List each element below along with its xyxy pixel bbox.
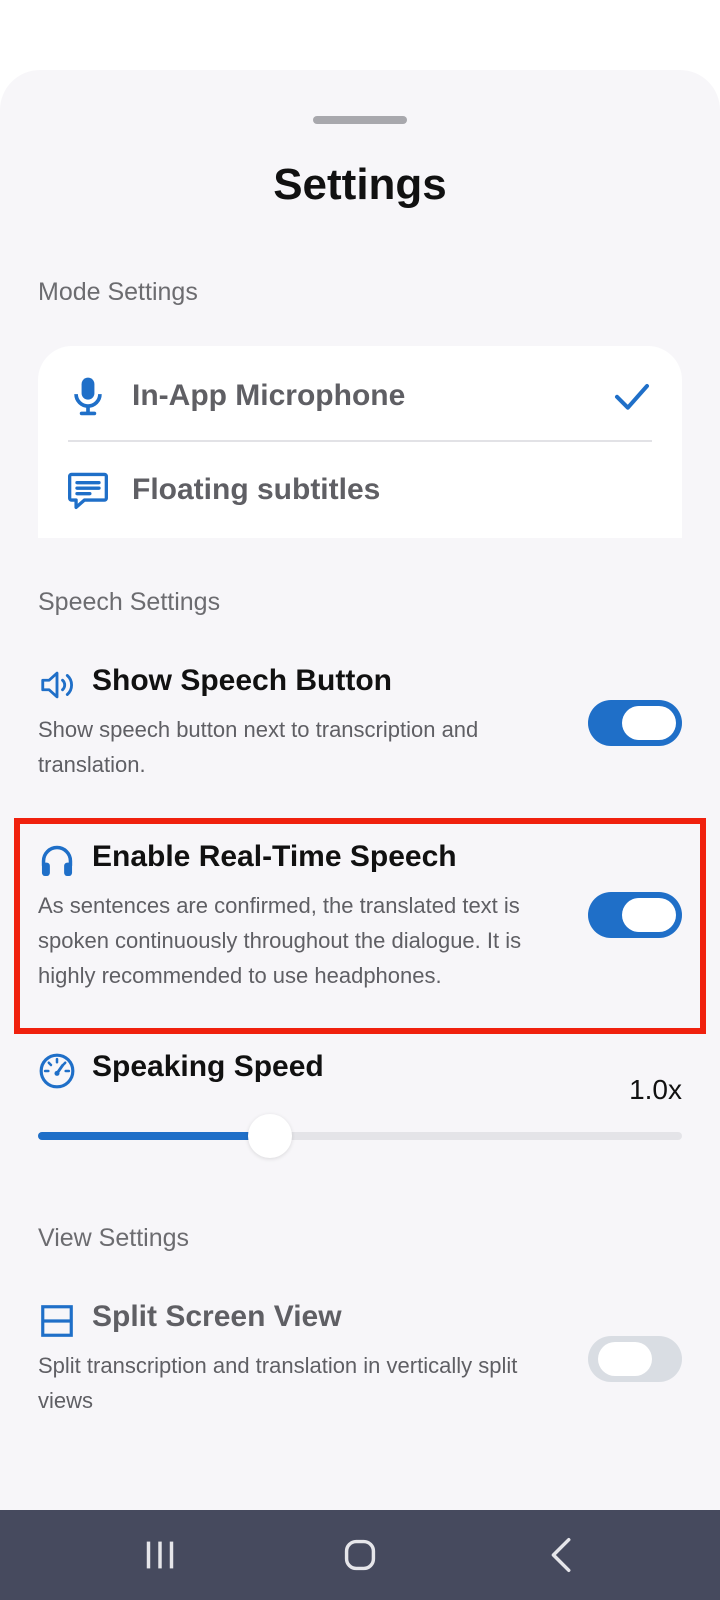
slider-fill: [38, 1132, 270, 1140]
toggle-knob: [622, 706, 676, 740]
setting-speaking-speed: Speaking Speed: [38, 1050, 682, 1100]
highlight-box: [14, 818, 706, 1034]
microphone-icon: [74, 377, 102, 416]
speaking-speed-value: 1.0x: [629, 1074, 682, 1105]
settings-sheet: Settings Mode Settings In-App Microphone: [0, 70, 720, 1510]
show-speech-button-toggle[interactable]: [588, 700, 682, 746]
screen: Settings Mode Settings In-App Microphone: [0, 0, 720, 1600]
sheet-grabber[interactable]: [313, 116, 407, 124]
mode-item-label: Floating subtitles: [132, 473, 381, 506]
setting-split-screen-view: Split Screen View Split transcription an…: [38, 1300, 682, 1430]
setting-title: Split Screen View: [92, 1300, 342, 1333]
setting-show-speech-button: Show Speech Button Show speech button ne…: [38, 664, 682, 794]
section-label-view: View Settings: [38, 1224, 190, 1252]
checkmark-icon: [615, 384, 649, 410]
setting-title: Show Speech Button: [92, 664, 392, 697]
split-view-icon: [41, 1305, 73, 1337]
slider-thumb[interactable]: [248, 1114, 292, 1158]
mode-item-label: In-App Microphone: [132, 379, 406, 412]
mode-card: In-App Microphone Floating subtitles: [38, 346, 682, 538]
back-icon[interactable]: [540, 1532, 586, 1578]
section-label-speech: Speech Settings: [38, 588, 221, 616]
divider: [68, 440, 652, 442]
section-label-mode: Mode Settings: [38, 278, 198, 306]
setting-description: Split transcription and translation in v…: [38, 1353, 518, 1413]
speaker-icon: [41, 671, 73, 699]
toggle-knob: [598, 1342, 652, 1376]
home-icon[interactable]: [337, 1532, 383, 1578]
recent-apps-icon[interactable]: [137, 1532, 183, 1578]
speedometer-icon: [39, 1053, 75, 1089]
mode-item-in-app-microphone[interactable]: In-App Microphone: [38, 352, 682, 440]
setting-description: Show speech button next to transcription…: [38, 717, 479, 777]
speaking-speed-slider[interactable]: [38, 1114, 682, 1158]
page-title: Settings: [273, 160, 447, 209]
subtitles-icon: [68, 472, 108, 510]
split-screen-view-toggle[interactable]: [588, 1336, 682, 1382]
setting-title: Speaking Speed: [92, 1050, 324, 1083]
system-navigation-bar: [0, 1510, 720, 1600]
mode-item-floating-subtitles[interactable]: Floating subtitles: [38, 446, 682, 534]
